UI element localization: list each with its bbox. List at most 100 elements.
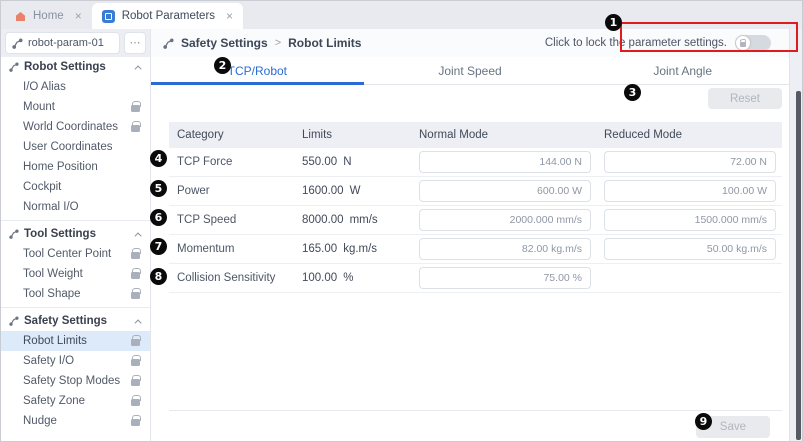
chevron-up-icon <box>135 65 142 72</box>
tab-home-close-icon[interactable]: × <box>75 9 82 23</box>
limit-value: 550.00 <box>302 156 337 168</box>
row-category: Momentum <box>177 243 289 255</box>
row-category: Power <box>177 185 289 197</box>
sidebar-item-safety-zone[interactable]: Safety Zone <box>1 391 150 411</box>
sidebar-item-tool-center-point[interactable]: Tool Center Point <box>1 244 150 264</box>
normal-mode-input-power[interactable] <box>419 180 591 202</box>
sidebar-header: robot-param-01 ⋯ <box>1 29 150 57</box>
item-label: World Coordinates <box>23 121 118 133</box>
sidebar-item-safety-io[interactable]: Safety I/O <box>1 351 150 371</box>
lock-icon <box>131 359 140 366</box>
sidebar-item-normal-io[interactable]: Normal I/O <box>1 197 150 217</box>
section-title: Safety Settings <box>24 315 107 327</box>
sidebar-item-nudge[interactable]: Nudge <box>1 411 150 431</box>
limit-unit: N <box>343 156 351 168</box>
main-panel: Safety Settings > Robot Limits Click to … <box>151 29 789 442</box>
reduced-mode-input-power[interactable] <box>604 180 776 202</box>
parameter-lock-toggle[interactable] <box>735 35 771 51</box>
item-label: Nudge <box>23 415 57 427</box>
breadcrumb-page: Robot Limits <box>288 36 361 50</box>
tab-content: Reset Category Limits Normal Mode Reduce… <box>151 85 789 442</box>
normal-mode-input-momentum[interactable] <box>419 238 591 260</box>
table-row-power: Power 1600.00 W <box>169 177 782 206</box>
table-row-collision-sensitivity: Collision Sensitivity 100.00% <box>169 264 782 293</box>
home-icon <box>15 11 26 22</box>
sidebar-item-robot-limits[interactable]: Robot Limits <box>1 331 150 351</box>
sidebar-item-home-position[interactable]: Home Position <box>1 157 150 177</box>
unlock-icon <box>740 42 746 47</box>
row-category: TCP Force <box>177 156 289 168</box>
reset-button[interactable]: Reset <box>708 88 782 109</box>
scrollbar-thumb[interactable] <box>796 91 801 440</box>
reduced-mode-input-momentum[interactable] <box>604 238 776 260</box>
item-label: Safety Stop Modes <box>23 375 120 387</box>
param-set-name: robot-param-01 <box>28 37 104 49</box>
item-label: Safety Zone <box>23 395 85 407</box>
lock-icon <box>131 339 140 346</box>
tab-joint-angle[interactable]: Joint Angle <box>576 57 789 84</box>
tab-robot-parameters-close-icon[interactable]: × <box>226 9 233 23</box>
table-row-tcp-force: TCP Force 550.00 N <box>169 148 782 177</box>
sidebar-nav: Robot Settings I/O Alias Mount World Coo… <box>1 57 150 442</box>
vertical-scrollbar[interactable] <box>789 29 802 442</box>
param-set-field[interactable]: robot-param-01 <box>5 32 120 54</box>
sidebar-item-mount[interactable]: Mount <box>1 97 150 117</box>
col-reduced-mode: Reduced Mode <box>604 129 776 141</box>
lock-icon <box>131 419 140 426</box>
section-robot-settings[interactable]: Robot Settings <box>1 57 150 77</box>
sidebar-item-tool-weight[interactable]: Tool Weight <box>1 264 150 284</box>
tab-tcp-robot[interactable]: TCP/Robot <box>151 57 364 84</box>
limit-value: 165.00 <box>302 243 337 255</box>
reduced-mode-input-tcp-speed[interactable] <box>604 209 776 231</box>
col-normal-mode: Normal Mode <box>419 129 591 141</box>
lock-hint-text: Click to lock the parameter settings. <box>545 37 727 49</box>
save-button[interactable]: Save <box>696 416 770 438</box>
tab-label: Joint Speed <box>438 64 501 78</box>
reduced-mode-input-tcp-force[interactable] <box>604 151 776 173</box>
lock-icon <box>131 252 140 259</box>
limit-unit: kg.m/s <box>343 243 377 255</box>
limit-value: 1600.00 <box>302 185 344 197</box>
section-safety-settings[interactable]: Safety Settings <box>1 311 150 331</box>
sidebar-item-safety-stop-modes[interactable]: Safety Stop Modes <box>1 371 150 391</box>
app-window: Home × Robot Parameters × robot-param-01… <box>0 0 803 442</box>
page-tabs: TCP/Robot Joint Speed Joint Angle <box>151 57 789 85</box>
lock-icon <box>131 399 140 406</box>
chevron-up-icon <box>135 319 142 326</box>
item-label: Home Position <box>23 161 98 173</box>
sidebar-item-cockpit[interactable]: Cockpit <box>1 177 150 197</box>
limits-table: Category Limits Normal Mode Reduced Mode… <box>169 122 782 293</box>
tab-robot-parameters[interactable]: Robot Parameters × <box>92 3 243 29</box>
robot-arm-icon <box>9 229 19 239</box>
normal-mode-input-tcp-force[interactable] <box>419 151 591 173</box>
sidebar-item-world-coordinates[interactable]: World Coordinates <box>1 117 150 137</box>
table-row-momentum: Momentum 165.00 kg.m/s <box>169 235 782 264</box>
item-label: I/O Alias <box>23 81 66 93</box>
row-limit: 165.00 kg.m/s <box>302 243 406 255</box>
limit-value: 8000.00 <box>302 214 344 226</box>
section-tool-settings[interactable]: Tool Settings <box>1 224 150 244</box>
section-title: Tool Settings <box>24 228 96 240</box>
robot-arm-icon <box>12 38 23 49</box>
row-category: TCP Speed <box>177 214 289 226</box>
normal-mode-input-collision-sensitivity[interactable] <box>419 267 591 289</box>
sidebar-item-io-alias[interactable]: I/O Alias <box>1 77 150 97</box>
row-limit: 100.00% <box>302 272 406 284</box>
tab-label: Joint Angle <box>653 64 712 78</box>
footer-bar: Save <box>169 410 782 442</box>
tab-label: TCP/Robot <box>228 64 287 78</box>
tab-home-label: Home <box>33 10 64 22</box>
tab-home[interactable]: Home × <box>5 3 92 29</box>
normal-mode-input-tcp-speed[interactable] <box>419 209 591 231</box>
sidebar-item-user-coordinates[interactable]: User Coordinates <box>1 137 150 157</box>
window-tabbar: Home × Robot Parameters × <box>1 1 802 29</box>
limit-unit: % <box>343 272 353 284</box>
limit-unit: W <box>350 185 361 197</box>
item-label: Normal I/O <box>23 201 79 213</box>
lock-icon <box>131 125 140 132</box>
sidebar: robot-param-01 ⋯ Robot Settings I/O Alia… <box>1 29 151 442</box>
more-options-button[interactable]: ⋯ <box>124 32 146 54</box>
sidebar-item-tool-shape[interactable]: Tool Shape <box>1 284 150 304</box>
tab-joint-speed[interactable]: Joint Speed <box>364 57 577 84</box>
robot-arm-icon <box>163 38 174 49</box>
